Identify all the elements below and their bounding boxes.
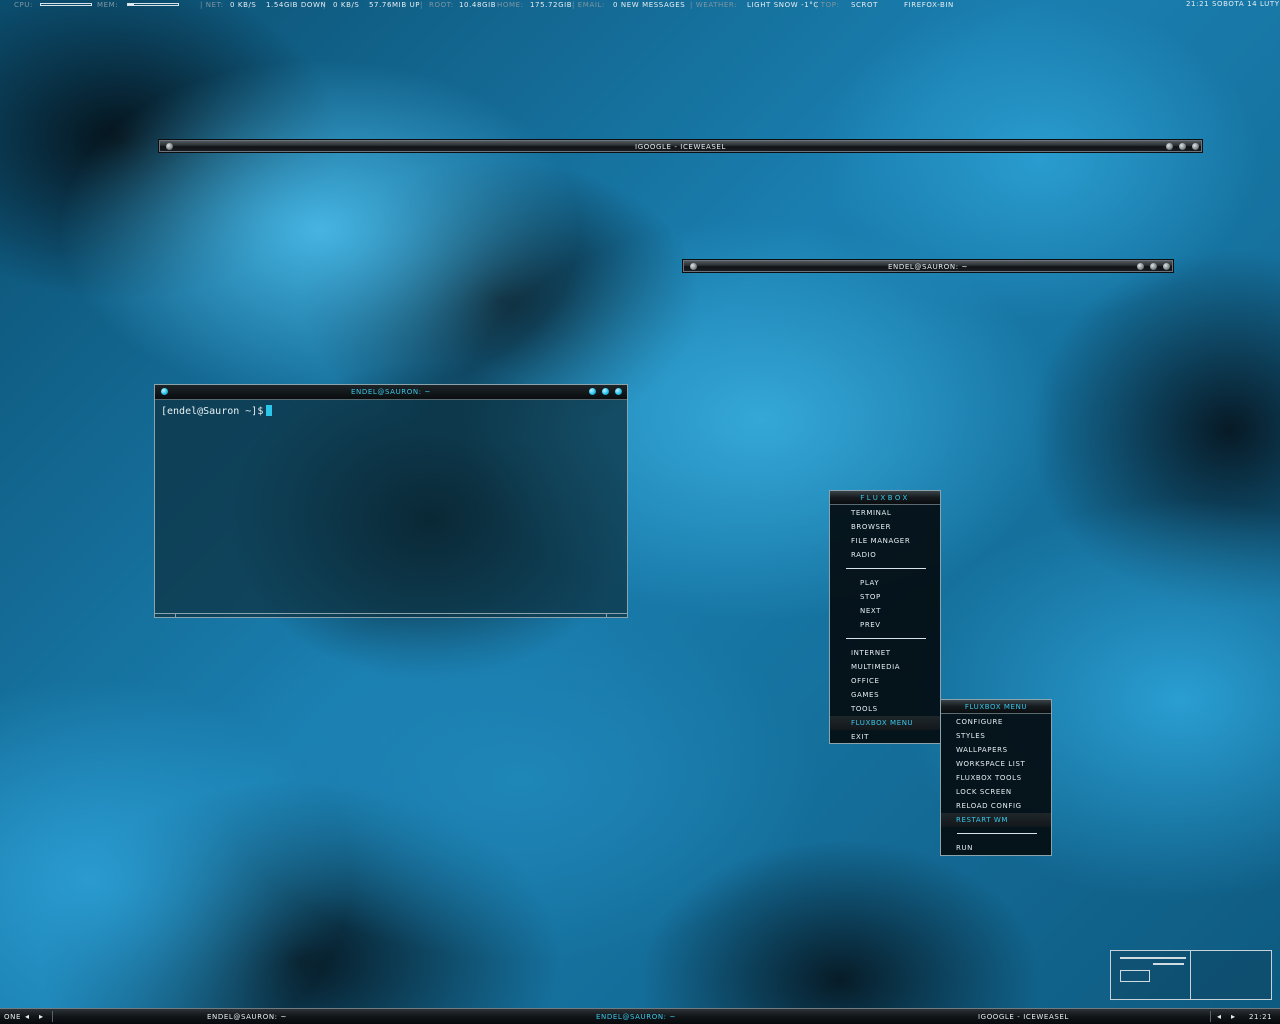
separator: | (323, 1, 326, 9)
menu-separator (846, 568, 926, 569)
divider (52, 1011, 53, 1022)
menu-item-prev[interactable]: PREV (830, 618, 940, 632)
net-label: | NET: (200, 1, 224, 9)
fluxbox-root-menu[interactable]: FLUXBOX TERMINAL BROWSER FILE MANAGER RADIO… (829, 490, 941, 744)
terminal-output[interactable]: [endel@Sauron ~]$ (161, 405, 273, 417)
top-label: | TOP: (815, 1, 840, 9)
minimize-icon[interactable] (589, 388, 596, 395)
submenu-item-wallpapers[interactable]: WALLPAPERS (941, 743, 1051, 757)
workspace-1-preview[interactable] (1111, 951, 1191, 999)
net-down-rate: 0 KB/S (230, 1, 257, 9)
menu-item-next[interactable]: NEXT (830, 604, 940, 618)
terminal-window[interactable]: ENDEL@SAURON: ~ [endel@Sauron ~]$ (154, 384, 628, 618)
menu-item-radio[interactable]: RADIO (830, 548, 940, 562)
root-label: ROOT: (429, 1, 454, 9)
submenu-item-styles[interactable]: STYLES (941, 729, 1051, 743)
separator: | (420, 1, 423, 9)
menu-item-terminal[interactable]: TERMINAL (830, 506, 940, 520)
close-icon[interactable] (615, 388, 622, 395)
fluxbox-toolbar: ONE ◂ ▸ ENDEL@SAURON: ~ ENDEL@SAURON: ~ … (0, 1008, 1280, 1024)
workspace-next-icon[interactable]: ▸ (39, 1012, 44, 1021)
weather-label: | WEATHER: (690, 1, 738, 9)
terminal-titlebar[interactable]: ENDEL@SAURON: ~ (155, 385, 627, 400)
home-value: 175.72GIB (530, 1, 573, 9)
weather-value: LIGHT SNOW -1°C (747, 1, 819, 9)
home-label: HOME: (497, 1, 524, 9)
workspace-pager[interactable] (1110, 950, 1272, 1000)
minimize-icon[interactable] (1166, 143, 1173, 150)
maximize-icon[interactable] (602, 388, 609, 395)
menu-item-multimedia[interactable]: MULTIMEDIA (830, 660, 940, 674)
close-icon[interactable] (1163, 263, 1170, 270)
net-up-total: 57.76MIB UP (369, 1, 421, 9)
menu-item-exit[interactable]: EXIT (830, 730, 940, 744)
menu-item-office[interactable]: OFFICE (830, 674, 940, 688)
menu-item-browser[interactable]: BROWSER (830, 520, 940, 534)
terminal-shaded-window-titlebar[interactable]: ENDEL@SAURON: ~ (682, 259, 1174, 273)
top-process-2: FIREFOX-BIN (904, 1, 954, 9)
email-label: | EMAIL: (572, 1, 605, 9)
workspace-prev-icon[interactable]: ◂ (25, 1012, 30, 1021)
menu-separator (957, 833, 1037, 834)
menu-item-games[interactable]: GAMES (830, 688, 940, 702)
net-down-total: 1.54GIB DOWN (266, 1, 327, 9)
window-next-icon[interactable]: ▸ (1231, 1012, 1236, 1021)
menu-item-fluxbox-menu[interactable]: FLUXBOX MENU (830, 716, 940, 730)
submenu-item-lock-screen[interactable]: LOCK SCREEN (941, 785, 1051, 799)
taskbar-item-terminal-1[interactable]: ENDEL@SAURON: ~ (207, 1013, 287, 1021)
email-value: 0 NEW MESSAGES (613, 1, 686, 9)
taskbar-item-terminal-2-active[interactable]: ENDEL@SAURON: ~ (596, 1013, 676, 1021)
submenu-item-fluxbox-tools[interactable]: FLUXBOX TOOLS (941, 771, 1051, 785)
mem-usage-bar (127, 3, 179, 6)
conky-status-bar: CPU: MEM: | NET: 0 KB/S 1.54GIB DOWN | 0… (0, 0, 1280, 11)
menu-title: FLUXBOX (830, 491, 940, 505)
menu-item-play[interactable]: PLAY (830, 576, 940, 590)
mini-window-terminal (1120, 970, 1150, 982)
window-title: ENDEL@SAURON: ~ (888, 263, 968, 271)
taskbar-item-iceweasel[interactable]: IGOOGLE - ICEWEASEL (978, 1013, 1069, 1021)
submenu-item-reload-config[interactable]: RELOAD CONFIG (941, 799, 1051, 813)
mini-window-terminal-shaded (1153, 963, 1184, 965)
submenu-item-workspace-list[interactable]: WORKSPACE LIST (941, 757, 1051, 771)
fluxbox-submenu[interactable]: FLUXBOX MENU CONFIGURE STYLES WALLPAPERS WO… (940, 699, 1052, 856)
close-icon[interactable] (1192, 143, 1199, 150)
workspace-2-preview[interactable] (1191, 951, 1271, 999)
window-title: IGOOGLE - ICEWEASEL (635, 143, 726, 151)
menu-item-file-manager[interactable]: FILE MANAGER (830, 534, 940, 548)
menu-item-stop[interactable]: STOP (830, 590, 940, 604)
mini-window-iceweasel (1120, 957, 1186, 959)
submenu-item-configure[interactable]: CONFIGURE (941, 715, 1051, 729)
maximize-icon[interactable] (1150, 263, 1157, 270)
top-process-1: SCROT (851, 1, 878, 9)
net-up-rate: 0 KB/S (333, 1, 360, 9)
mem-usage-fill (128, 4, 134, 5)
window-title: ENDEL@SAURON: ~ (351, 388, 431, 396)
toolbar-clock: 21:21 (1249, 1013, 1273, 1021)
cpu-label: CPU: (14, 1, 33, 9)
submenu-item-restart-wm[interactable]: RESTART WM (941, 813, 1051, 827)
resize-grip-left[interactable] (175, 613, 176, 617)
submenu-title: FLUXBOX MENU (941, 700, 1051, 714)
minimize-icon[interactable] (1137, 263, 1144, 270)
cpu-usage-bar (40, 3, 92, 6)
top-clock: 21:21 SOBOTA 14 LUTY (1186, 0, 1280, 8)
divider (1210, 1011, 1211, 1022)
workspace-name: ONE (4, 1013, 21, 1021)
iceweasel-window-titlebar[interactable]: IGOOGLE - ICEWEASEL (158, 139, 1203, 153)
shell-prompt: [endel@Sauron ~]$ (161, 406, 264, 417)
menu-item-tools[interactable]: TOOLS (830, 702, 940, 716)
text-cursor (266, 405, 273, 416)
maximize-icon[interactable] (1179, 143, 1186, 150)
window-resize-handle[interactable] (155, 613, 627, 617)
root-value: 10.48GIB (459, 1, 497, 9)
desktop: CPU: MEM: | NET: 0 KB/S 1.54GIB DOWN | 0… (0, 0, 1280, 1024)
menu-separator (846, 638, 926, 639)
resize-grip-right[interactable] (606, 613, 607, 617)
window-prev-icon[interactable]: ◂ (1217, 1012, 1222, 1021)
submenu-item-run[interactable]: RUN (941, 841, 1051, 855)
menu-item-internet[interactable]: INTERNET (830, 646, 940, 660)
mem-label: MEM: (97, 1, 119, 9)
